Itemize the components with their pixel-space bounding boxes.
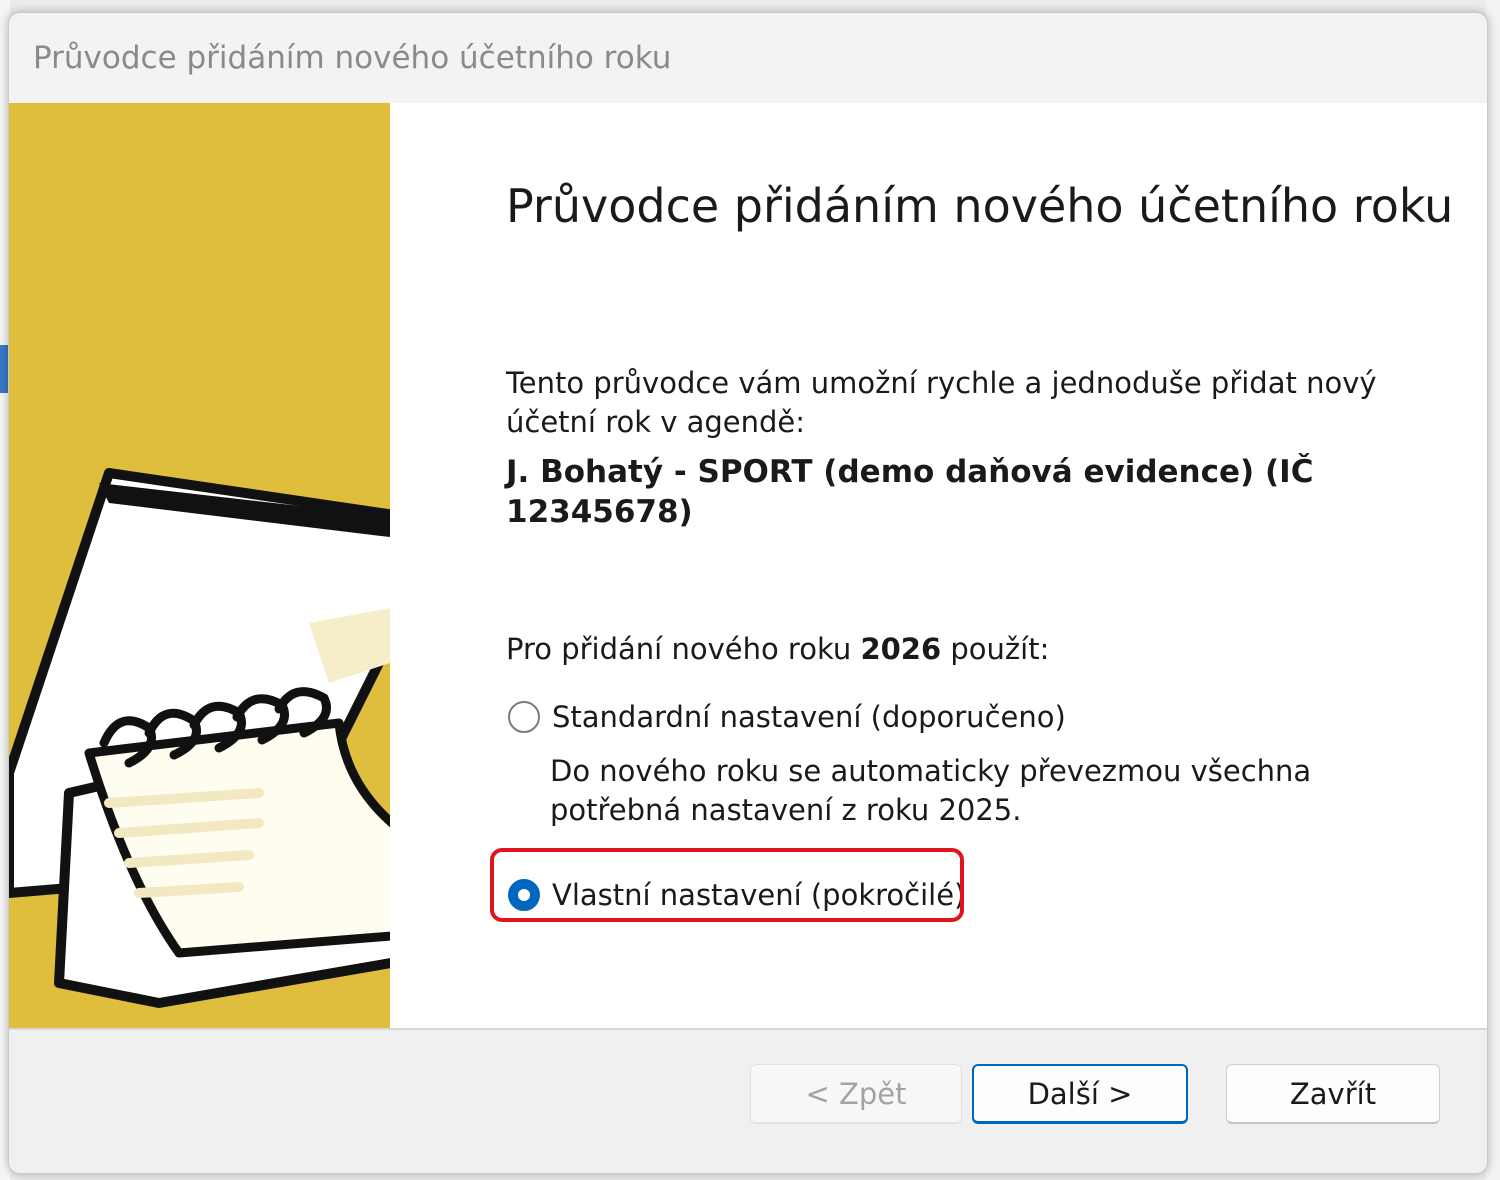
radio-standard-settings[interactable]: Standardní nastavení (doporučeno) [508,700,1066,734]
back-button[interactable]: < Zpět [750,1064,962,1124]
page-heading: Průvodce přidáním nového účetního roku [506,178,1454,233]
year-prompt-suffix: použít: [950,632,1050,666]
radio-custom-settings[interactable]: Vlastní nastavení (pokročilé) [508,878,965,912]
side-illustration-panel [9,103,390,1028]
background-app-right [1486,0,1500,1180]
year-prompt-prefix: Pro přidání nového roku [506,632,852,666]
year-value: 2026 [860,632,942,666]
radio-custom-label[interactable]: Vlastní nastavení (pokročilé) [552,878,965,912]
radio-standard-label[interactable]: Standardní nastavení (doporučeno) [552,700,1066,734]
intro-text: Tento průvodce vám umožní rychle a jedno… [506,366,1377,439]
year-prompt: Pro přidání nového roku 2026 použít: [506,632,1049,666]
radio-custom-indicator[interactable] [508,879,540,911]
background-selection [0,345,8,393]
notepad-illustration-icon [9,468,390,1008]
radio-standard-indicator[interactable] [508,701,540,733]
title-bar[interactable]: Průvodce přidáním nového účetního roku [9,13,1487,103]
close-button[interactable]: Zavřít [1226,1064,1440,1124]
next-button[interactable]: Další > [972,1064,1188,1124]
radio-standard-description: Do nového roku se automaticky převezmou … [550,754,1312,827]
agenda-name: J. Bohatý - SPORT (demo daňová evidence)… [506,454,1314,530]
window-title: Průvodce přidáním nového účetního roku [33,40,672,76]
